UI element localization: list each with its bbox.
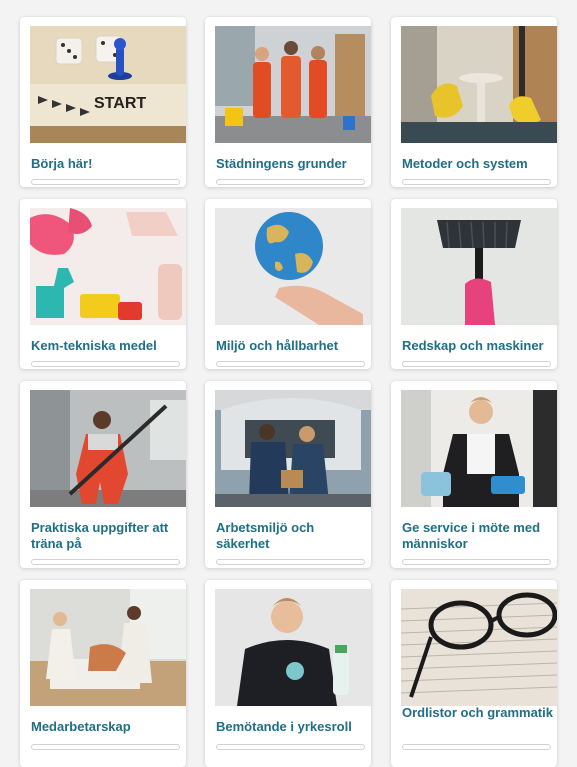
progress-bar — [31, 179, 180, 185]
course-title: Ge service i möte med människor — [402, 520, 541, 551]
cleaning-team-image — [215, 26, 371, 143]
course-title: Medarbetarskap — [31, 719, 131, 734]
progress-bar — [216, 361, 365, 367]
course-title: Praktiska uppgifter att träna på — [31, 520, 169, 551]
course-card[interactable]: Städningens grunder — [205, 17, 371, 187]
course-card[interactable]: Medarbetarskap — [20, 580, 186, 767]
vacuum-guitar-image — [30, 390, 186, 507]
car-trunk-workers-image — [215, 390, 371, 507]
course-title: Börja här! — [31, 156, 93, 171]
globe-in-hand-image — [215, 208, 371, 325]
glasses-on-book-image — [401, 589, 557, 706]
progress-bar — [216, 179, 365, 185]
progress-bar — [402, 361, 551, 367]
broom-image — [401, 208, 557, 325]
progress-bar — [402, 179, 551, 185]
gloved-hands-lamp-image — [401, 26, 557, 143]
course-title: Städningens grunder — [216, 156, 347, 171]
course-title: Ordlistor och grammatik — [402, 705, 553, 720]
course-card[interactable]: Kem-tekniska medel — [20, 199, 186, 369]
progress-bar — [31, 559, 180, 565]
progress-bar — [216, 559, 365, 565]
course-card[interactable]: Praktiska uppgifter att träna på — [20, 381, 186, 568]
course-title: Metoder och system — [402, 156, 528, 171]
course-title: Arbetsmiljö och säkerhet — [216, 520, 315, 551]
course-title: Kem-tekniska medel — [31, 338, 157, 353]
smiling-cleaner-image — [215, 589, 371, 706]
course-card[interactable]: Arbetsmiljö och säkerhet — [205, 381, 371, 568]
progress-bar — [402, 559, 551, 565]
course-grid: START Börja här! Städningens grunder Met… — [0, 0, 577, 767]
course-card[interactable]: Metoder och system — [391, 17, 557, 187]
service-worker-image — [401, 390, 557, 507]
progress-bar — [31, 361, 180, 367]
progress-bar — [31, 744, 180, 750]
progress-bar — [216, 744, 365, 750]
cleaning-supplies-image — [30, 208, 186, 325]
course-card[interactable]: Bemötande i yrkesroll — [205, 580, 371, 767]
course-card[interactable]: Ordlistor och grammatik — [391, 580, 557, 767]
course-title: Redskap och maskiner — [402, 338, 544, 353]
course-card[interactable]: Redskap och maskiner — [391, 199, 557, 369]
board-game-start-image: START — [30, 26, 186, 143]
course-title: Miljö och hållbarhet — [216, 338, 339, 353]
hotel-room-staff-image — [30, 589, 186, 706]
course-card[interactable]: START Börja här! — [20, 17, 186, 187]
course-card[interactable]: Ge service i möte med människor — [391, 381, 557, 568]
course-card[interactable]: Miljö och hållbarhet — [205, 199, 371, 369]
svg-text:START: START — [94, 95, 146, 112]
course-title: Bemötande i yrkesroll — [216, 719, 352, 734]
progress-bar — [402, 744, 551, 750]
